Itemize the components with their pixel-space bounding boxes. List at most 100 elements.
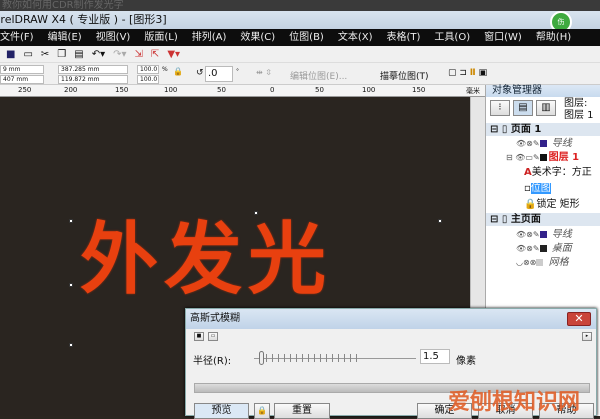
height-field[interactable]: 119.872 mm xyxy=(58,75,128,84)
undo-icon[interactable]: ↶▾ xyxy=(92,49,105,60)
export-icon[interactable]: ⇱ xyxy=(151,49,159,60)
dialog-title-bar: 高斯式模糊 ✕ xyxy=(186,309,596,329)
copy-icon[interactable]: ❐ xyxy=(57,49,66,60)
menu-bar: 文件(F) 编辑(E) 视图(V) 版面(L) 排列(A) 效果(C) 位图(B… xyxy=(0,29,600,46)
selection-handle[interactable] xyxy=(254,211,258,215)
rotation-field[interactable]: .0 xyxy=(205,66,233,82)
tree-bitmap[interactable]: ▫位图 xyxy=(524,182,551,195)
tree-locked-rect[interactable]: 🔒锁定 矩形 xyxy=(524,198,580,211)
object-manager-title: 对象管理器 xyxy=(486,85,600,97)
redo-icon[interactable]: ↷▾ xyxy=(113,49,126,60)
layer-manager-view-icon[interactable]: ▤ xyxy=(513,100,533,116)
menu-window[interactable]: 窗口(W) xyxy=(484,29,522,46)
ruler-tick: 50 xyxy=(217,86,226,94)
paste-icon[interactable]: ▤ xyxy=(74,49,83,60)
tree-art-text[interactable]: A美术字：方正 xyxy=(524,166,592,179)
slider-ticks xyxy=(266,354,358,362)
y-field[interactable]: 407 mm xyxy=(0,75,44,84)
scale-y-field[interactable]: 100.0 xyxy=(137,75,159,84)
menu-text[interactable]: 文本(X) xyxy=(338,29,373,46)
menu-bitmaps[interactable]: 位图(B) xyxy=(289,29,324,46)
save-icon[interactable]: ■ xyxy=(6,49,15,60)
grid-label: 网格 xyxy=(548,257,569,268)
watermark: 爱刨根知识网 xyxy=(447,390,580,415)
guides-label: 导线 xyxy=(551,138,572,149)
ruler-tick: 150 xyxy=(412,86,426,94)
cut-icon[interactable]: ✂ xyxy=(41,49,49,60)
title-bar: CorelDRAW X4 ( 专业版 ) - [图形3] 伤 xyxy=(0,11,600,33)
lock-ratio-icon[interactable]: 🔒 xyxy=(173,67,183,76)
lock-preview-icon[interactable]: 🔒 xyxy=(254,403,270,419)
window-title: CorelDRAW X4 ( 专业版 ) - [图形3] xyxy=(0,13,167,26)
show-properties-icon[interactable]: ⁝ xyxy=(490,100,510,116)
mirror-icon[interactable]: ⇹ ⇳ xyxy=(256,68,272,77)
caption-bar: 教你如何用CDR制作发光字 xyxy=(0,0,600,11)
page1-label: 页面 1 xyxy=(510,124,542,135)
degree-label: ° xyxy=(236,68,239,75)
selection-handle[interactable] xyxy=(438,219,442,223)
menu-help[interactable]: 帮助(H) xyxy=(536,29,571,46)
dialog-title: 高斯式模糊 xyxy=(190,313,240,324)
width-field[interactable]: 387.285 mm xyxy=(58,65,128,74)
current-layer: 图层 1 xyxy=(564,110,594,121)
launcher-icon[interactable]: ▼▾ xyxy=(167,49,180,60)
scale-x-field[interactable]: 100.0 xyxy=(137,65,159,74)
menu-edit[interactable]: 编辑(E) xyxy=(48,29,82,46)
menu-arrow-icon[interactable]: ▸ xyxy=(582,332,592,341)
menu-table[interactable]: 表格(T) xyxy=(387,29,421,46)
tree-guides[interactable]: 👁⊗✎ 导线 xyxy=(516,137,572,150)
selection-handle[interactable] xyxy=(69,219,73,223)
master-guides-label: 导线 xyxy=(551,229,572,240)
tree-page1[interactable]: ⊟ ▯ 页面 1 xyxy=(486,123,600,136)
unit-label: 像素 xyxy=(456,356,476,367)
edit-bitmap-button[interactable]: 编辑位图(E)... xyxy=(290,69,347,82)
collapse-icon[interactable]: ■ xyxy=(194,332,204,341)
property-bar: 9 mm 407 mm 387.285 mm 119.872 mm 100.0 … xyxy=(0,63,600,85)
print-icon[interactable]: ▭ xyxy=(23,49,32,60)
glow-art-text[interactable]: 外发光 xyxy=(80,215,332,305)
desktop-label: 桌面 xyxy=(551,243,572,254)
menu-file[interactable]: 文件(F) xyxy=(0,29,34,46)
reset-button[interactable]: 重置 xyxy=(274,403,330,419)
ruler-tick: 100 xyxy=(362,86,376,94)
radius-slider-thumb[interactable] xyxy=(259,351,264,365)
ruler-tick: 250 xyxy=(18,86,32,94)
locked-rect-label: 锁定 矩形 xyxy=(536,199,580,210)
radius-input[interactable]: 1.5 xyxy=(420,349,450,364)
ruler-tick: 200 xyxy=(64,86,78,94)
menu-layout[interactable]: 版面(L) xyxy=(144,29,177,46)
ruler-unit: 毫米 xyxy=(466,87,480,95)
menu-effects[interactable]: 效果(C) xyxy=(240,29,275,46)
preview-mode-icon[interactable]: ▭ xyxy=(208,332,218,341)
tree-grid[interactable]: ◡⊗⊗ 网格 xyxy=(516,256,569,269)
tree-layer1[interactable]: ⊟ 👁▭✎ 图层 1 xyxy=(506,151,579,164)
tree-desktop[interactable]: 👁⊗✎ 桌面 xyxy=(516,242,572,255)
crop-icons[interactable]: ▢ ⊐ Ⅱ ▣ xyxy=(448,68,487,78)
ruler-tick: 150 xyxy=(115,86,129,94)
x-field[interactable]: 9 mm xyxy=(0,65,44,74)
ruler-tick: 100 xyxy=(164,86,178,94)
tree-master-page[interactable]: ⊟ ▯ 主页面 xyxy=(486,213,600,226)
selection-handle[interactable] xyxy=(69,283,73,287)
layer1-label: 图层 1 xyxy=(548,152,580,163)
art-text-label: 美术字：方正 xyxy=(531,167,592,178)
menu-arrange[interactable]: 排列(A) xyxy=(192,29,227,46)
ruler-tick: 0 xyxy=(270,86,275,94)
bitmap-label: 位图 xyxy=(530,183,551,194)
horizontal-ruler: 250 200 150 100 50 0 50 100 150 毫米 xyxy=(0,85,485,97)
menu-tools[interactable]: 工具(O) xyxy=(434,29,470,46)
edit-across-layers-icon[interactable]: ▥ xyxy=(536,100,556,116)
menu-view[interactable]: 视图(V) xyxy=(96,29,131,46)
ruler-tick: 50 xyxy=(315,86,324,94)
import-icon[interactable]: ⇲ xyxy=(135,49,143,60)
close-button[interactable]: ✕ xyxy=(567,312,591,326)
radius-label: 半径(R): xyxy=(193,356,232,367)
tree-master-guides[interactable]: 👁⊗✎ 导线 xyxy=(516,228,572,241)
preview-button[interactable]: 预览 xyxy=(194,403,249,419)
selection-handle[interactable] xyxy=(69,343,73,347)
om-toolbar: ⁝ ▤ ▥ xyxy=(490,100,560,120)
master-label: 主页面 xyxy=(510,214,541,225)
trace-bitmap-button[interactable]: 描摹位图(T) xyxy=(380,69,429,82)
rotate-icon: ↺ xyxy=(196,68,204,78)
caption-text: 教你如何用CDR制作发光字 xyxy=(2,0,124,11)
